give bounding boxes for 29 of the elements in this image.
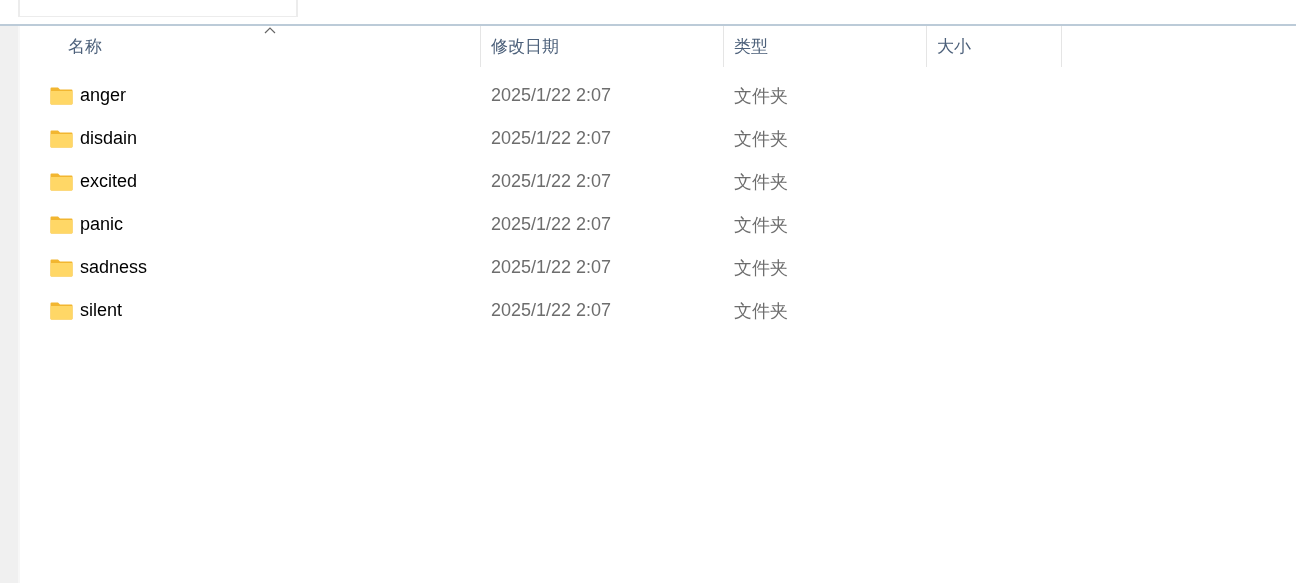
file-type: 文件夹 [733,299,789,323]
file-name[interactable]: panic [80,214,124,235]
file-name[interactable]: sadness [80,257,148,278]
file-name[interactable]: excited [80,171,138,192]
file-name[interactable]: anger [80,85,127,106]
sort-ascending-icon [264,27,276,34]
file-type: 文件夹 [733,127,789,151]
modified-date: 2025/1/22 2:07 [490,300,613,321]
column-header[interactable]: 名称 [20,26,481,67]
folder-icon [50,215,73,234]
file-type: 文件夹 [733,170,789,194]
folder-icon [50,86,73,105]
folder-icon [50,172,73,191]
column-header[interactable]: 类型 [724,26,927,67]
modified-date: 2025/1/22 2:07 [490,171,613,192]
folder-icon [50,301,73,320]
file-type: 文件夹 [733,84,789,108]
column-header[interactable]: 大小 [927,26,1062,67]
modified-date: 2025/1/22 2:07 [490,257,613,278]
folder-icon [50,129,73,148]
file-type: 文件夹 [733,256,789,280]
column-header[interactable]: 修改日期 [481,26,724,67]
file-name[interactable]: disdain [80,128,138,149]
modified-date: 2025/1/22 2:07 [490,214,613,235]
modified-date: 2025/1/22 2:07 [490,128,613,149]
modified-date: 2025/1/22 2:07 [490,85,613,106]
folder-icon [50,258,73,277]
file-type: 文件夹 [733,213,789,237]
file-name[interactable]: silent [80,300,123,321]
